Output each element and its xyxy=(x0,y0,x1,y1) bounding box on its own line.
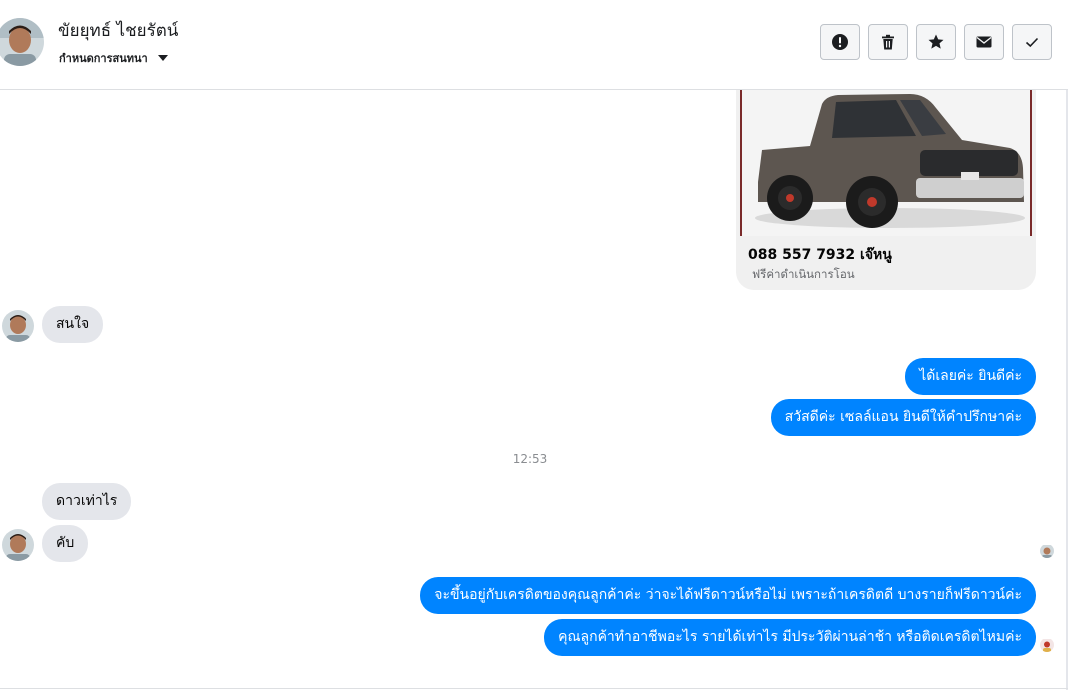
check-icon xyxy=(1025,37,1039,48)
seen-indicator-avatar xyxy=(1040,638,1054,652)
seen-indicator-avatar xyxy=(1040,544,1054,558)
incoming-message[interactable]: สนใจ xyxy=(42,306,104,343)
sender-avatar[interactable] xyxy=(2,529,34,561)
pickup-truck-image xyxy=(740,90,1032,236)
exclamation-circle-icon xyxy=(832,34,848,50)
star-button[interactable] xyxy=(916,24,956,60)
contact-avatar[interactable] xyxy=(0,18,44,66)
composer-divider xyxy=(0,688,1068,689)
outgoing-message[interactable]: จะขึ้นอยู่กับเครดิตของคุณลูกค้าค่ะ ว่าจะ… xyxy=(420,577,1036,614)
product-attachment-card[interactable]: 088 557 7932 เจ๊หนู ฟรีค่าดำเนินการโอน xyxy=(736,90,1036,290)
caret-down-icon xyxy=(157,55,168,61)
envelope-icon xyxy=(976,36,992,48)
attachment-description: ฟรีค่าดำเนินการโอน xyxy=(752,267,855,281)
incoming-message[interactable]: คับ xyxy=(42,525,89,562)
conversation-actions xyxy=(820,24,1052,60)
delete-button[interactable] xyxy=(868,24,908,60)
attachment-title: 088 557 7932 เจ๊หนู xyxy=(748,247,892,263)
outgoing-message[interactable]: ได้เลยค่ะ ยินดีค่ะ xyxy=(905,358,1036,395)
incoming-message[interactable]: ดาวเท่าไร xyxy=(42,483,132,520)
conversation-settings-dropdown[interactable]: กำหนดการสนทนา xyxy=(59,49,168,67)
mark-done-button[interactable] xyxy=(1012,24,1052,60)
outgoing-message[interactable]: คุณลูกค้าทำอาชีพอะไร รายได้เท่าไร มีประว… xyxy=(544,619,1036,656)
conversation-header: ขัยยุทธ์ ไชยรัตน์ กำหนดการสนทนา xyxy=(0,0,1068,90)
mark-unread-button[interactable] xyxy=(964,24,1004,60)
message-timestamp: 12:53 xyxy=(512,452,548,466)
sender-avatar[interactable] xyxy=(2,310,34,342)
contact-name[interactable]: ขัยยุทธ์ ไชยรัตน์ xyxy=(58,17,178,44)
star-icon xyxy=(928,34,944,49)
trash-icon xyxy=(882,34,894,50)
report-button[interactable] xyxy=(820,24,860,60)
conversation-settings-label: กำหนดการสนทนา xyxy=(59,52,148,65)
outgoing-message[interactable]: สวัสดีค่ะ เซลล์แอน ยินดีให้คำปรึกษาค่ะ xyxy=(770,399,1036,436)
